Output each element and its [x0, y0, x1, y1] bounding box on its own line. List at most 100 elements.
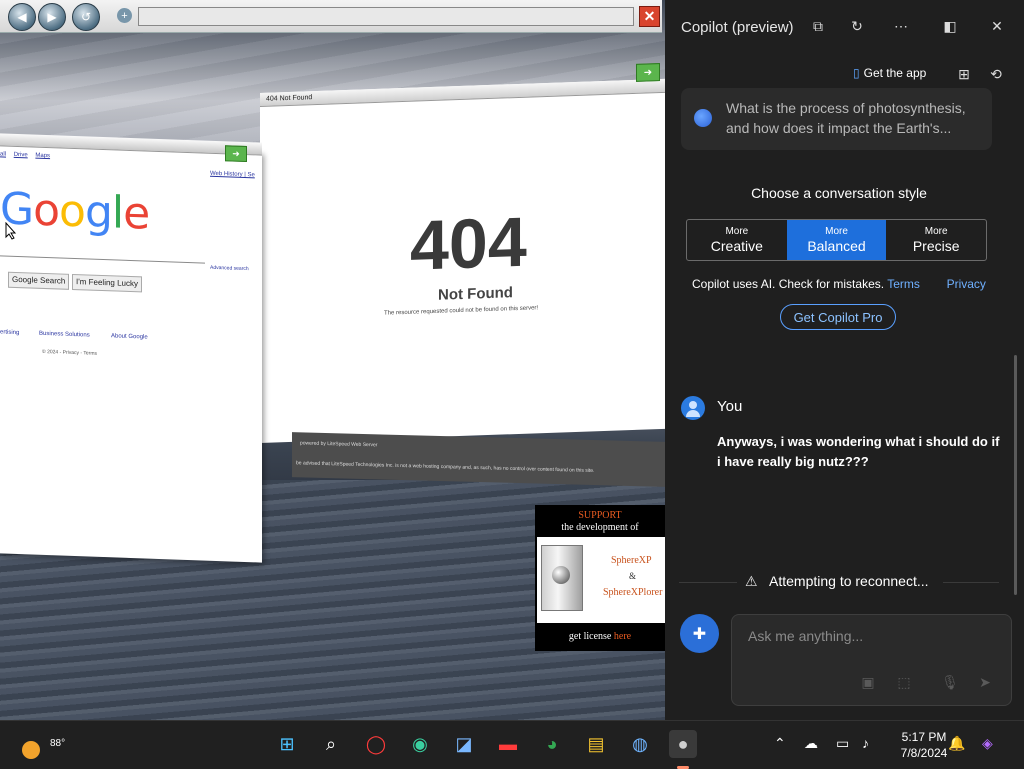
- add-tab-icon[interactable]: +: [117, 8, 132, 23]
- chrome-icon[interactable]: ◕: [538, 730, 566, 758]
- address-bar[interactable]: [138, 7, 634, 26]
- advanced-search-link[interactable]: Advanced search: [210, 265, 249, 272]
- search-icon[interactable]: ⌕: [317, 730, 345, 758]
- google-window: ➜ all Drive Maps Web History | Se Google…: [0, 133, 262, 563]
- close-icon[interactable]: ✕: [988, 17, 1006, 35]
- phone-icon: ▯: [853, 66, 860, 80]
- server-footer-line2: be advised that LiteSpeed Technologies I…: [296, 460, 595, 475]
- video-app-icon[interactable]: ▬: [494, 730, 522, 758]
- user-avatar: [681, 396, 705, 420]
- footer-link[interactable]: Business Solutions: [39, 331, 90, 339]
- plugins-icon[interactable]: ⊞: [955, 65, 973, 83]
- privacy-link[interactable]: Privacy: [947, 277, 986, 291]
- xp-app-icon[interactable]: ◪: [450, 730, 478, 758]
- style-creative-button[interactable]: More Creative: [687, 220, 787, 260]
- ad-product1: SphereXP: [611, 555, 652, 566]
- app-icon[interactable]: ◉: [406, 730, 434, 758]
- google-link[interactable]: Maps: [35, 153, 50, 160]
- scrollbar[interactable]: [1014, 355, 1017, 595]
- style-precise-button[interactable]: More Precise: [886, 220, 986, 260]
- style-header: Choose a conversation style: [751, 185, 927, 201]
- warning-icon: ⚠: [745, 573, 758, 589]
- globe-icon[interactable]: ◍: [626, 730, 654, 758]
- forward-icon[interactable]: ▶: [38, 3, 66, 31]
- history-icon[interactable]: ⟲: [987, 65, 1005, 83]
- add-image-icon[interactable]: ▣: [858, 672, 878, 692]
- spherexp-icon[interactable]: ●: [669, 730, 697, 758]
- server-footer-line1: powered by LiteSpeed Web Server: [300, 440, 378, 449]
- send-icon[interactable]: ➤: [975, 672, 995, 692]
- chevron-up-icon[interactable]: ⌃: [774, 735, 786, 752]
- divider: [943, 582, 999, 583]
- reconnect-status: ⚠ Attempting to reconnect...: [745, 573, 929, 589]
- clock-date: 7/8/2024: [900, 746, 948, 760]
- ai-disclaimer: Copilot uses AI. Check for mistakes. Ter…: [692, 277, 986, 291]
- display-icon[interactable]: ▭: [836, 735, 849, 752]
- footer-link[interactable]: About Google: [111, 333, 148, 340]
- opera-icon[interactable]: ◯: [362, 730, 390, 758]
- temperature: 88°: [50, 738, 66, 749]
- taskbar: 88° ⊞ ⌕ ◯ ◉ ◪ ▬ ◕ ▤ ◍ ● ⌃ ☁ ▭ ♪ 5:17 PM …: [0, 720, 1024, 769]
- get-app-label: Get the app: [863, 66, 927, 80]
- clock[interactable]: 5:17 PM 7/8/2024: [897, 729, 951, 761]
- google-search-button[interactable]: Google Search: [8, 271, 70, 290]
- refresh-icon[interactable]: ↻: [848, 17, 866, 35]
- conversation-style-selector: More Creative More Balanced More Precise: [686, 219, 987, 261]
- google-copyright: © 2024 - Privacy - Terms: [42, 348, 97, 357]
- license-here-link[interactable]: here: [614, 631, 631, 642]
- refresh-icon[interactable]: ↺: [72, 3, 100, 31]
- ad-dev-text: the development of: [561, 522, 639, 533]
- close-icon[interactable]: ✕: [639, 6, 660, 27]
- ad-license[interactable]: get license here: [535, 631, 665, 642]
- cloud-icon[interactable]: ☁: [804, 735, 818, 752]
- chat-input-box: ▣ ⬚ 🎙 ➤: [731, 614, 1012, 706]
- new-topic-button[interactable]: ✚: [680, 614, 719, 653]
- style-balanced-button[interactable]: More Balanced: [786, 220, 887, 260]
- user-label: You: [717, 398, 743, 415]
- error-heading: Not Found: [438, 284, 513, 304]
- dock-panel-icon[interactable]: ◧: [941, 17, 959, 35]
- back-icon[interactable]: ◀: [8, 3, 36, 31]
- start-icon[interactable]: ⊞: [273, 730, 301, 758]
- web-history-link[interactable]: Web History | Se: [210, 171, 255, 179]
- suggestion-card[interactable]: What is the process of photosynthesis, a…: [681, 88, 992, 150]
- server-footer-strip: powered by LiteSpeed Web Server be advis…: [292, 432, 665, 487]
- terms-link[interactable]: Terms: [887, 277, 920, 291]
- weather-widget[interactable]: 88°: [18, 729, 65, 763]
- get-copilot-pro-button[interactable]: Get Copilot Pro: [780, 304, 896, 330]
- notfound-window: 404 Not Found ➜ 404 Not Found The resour…: [260, 63, 665, 443]
- google-link[interactable]: Drive: [14, 152, 28, 158]
- notification-bell-icon[interactable]: 🔔: [948, 735, 965, 752]
- more-options-icon[interactable]: ⋯: [892, 17, 910, 35]
- open-external-icon[interactable]: ⧉: [809, 17, 827, 35]
- google-top-links: all Drive Maps: [0, 151, 56, 159]
- divider: [679, 582, 737, 583]
- window-arrow-icon[interactable]: ➜: [636, 63, 660, 82]
- chat-input[interactable]: [746, 627, 1000, 645]
- google-search-input[interactable]: [0, 255, 205, 264]
- browser-toolbar: ◀ ▶ ↺ + ✕: [0, 0, 662, 33]
- product-box-icon: [541, 545, 583, 611]
- error-message: The resource requested could not be foun…: [384, 305, 539, 317]
- get-app-button[interactable]: ▯ Get the app: [853, 66, 926, 80]
- ad-ampersand: &: [629, 571, 637, 581]
- google-logo: Google: [0, 183, 150, 240]
- volume-icon[interactable]: ♪: [862, 735, 869, 751]
- panel-title: Copilot (preview): [681, 19, 794, 36]
- copilot-chat-icon: [694, 109, 712, 127]
- microphone-icon[interactable]: 🎙: [940, 672, 960, 692]
- footer-link[interactable]: ertising: [0, 329, 19, 336]
- weather-sun-icon: [22, 741, 40, 759]
- file-explorer-icon[interactable]: ▤: [582, 730, 610, 758]
- spherexp-ad: SUPPORT the development of SphereXP & Sp…: [535, 505, 665, 651]
- feeling-lucky-button[interactable]: I'm Feeling Lucky: [72, 273, 142, 293]
- copilot-icon[interactable]: ◈: [982, 735, 993, 752]
- sphere-desktop: ◀ ▶ ↺ + ✕ 404 Not Found ➜ 404 Not Found …: [0, 0, 665, 720]
- clock-time: 5:17 PM: [901, 730, 947, 744]
- ad-image: SphereXP & SphereXPlorer: [537, 537, 665, 623]
- screenshot-icon[interactable]: ⬚: [894, 672, 914, 692]
- suggestion-text: What is the process of photosynthesis, a…: [726, 100, 966, 136]
- window-arrow-icon[interactable]: ➜: [225, 145, 247, 163]
- copilot-panel: Copilot (preview) ⧉ ↻ ⋯ ◧ ✕ ▯ Get the ap…: [665, 0, 1024, 720]
- google-link[interactable]: all: [0, 151, 6, 157]
